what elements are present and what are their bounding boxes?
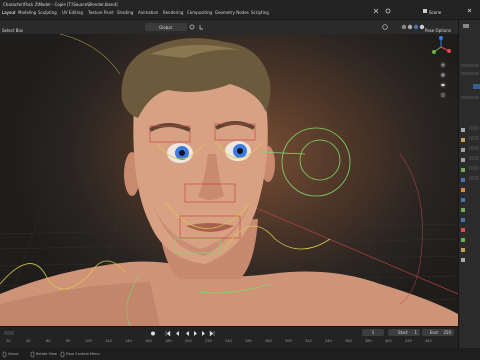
play-icon[interactable] [194, 331, 197, 336]
ruler-tick: 20 [6, 339, 11, 343]
viewport-header: Select Box Global Pose Options [0, 20, 458, 34]
tab-geometry-nodes[interactable]: Geometry Nodes [215, 10, 249, 15]
ruler-tick: 400 [385, 339, 392, 343]
ruler-tick: 360 [345, 339, 352, 343]
jump-to-start-icon[interactable] [165, 330, 171, 337]
ruler-tick: 60 [46, 339, 51, 343]
scene-selector[interactable]: Scene [360, 0, 480, 20]
tab-rendering[interactable]: Rendering [163, 10, 183, 15]
pan-icon [440, 72, 446, 78]
close-icon[interactable] [467, 8, 472, 13]
properties-tabs[interactable] [461, 128, 465, 262]
ruler-tick: 220 [205, 339, 212, 343]
tab-modeling[interactable]: Modeling [18, 10, 36, 15]
record-icon[interactable] [151, 331, 155, 336]
middle-mouse-icon [30, 351, 35, 358]
pivot-icon[interactable] [189, 24, 195, 30]
status-rotate-view: Rotate View [36, 352, 57, 356]
end-label: End [430, 330, 438, 335]
tab-scripting[interactable]: Scripting [251, 10, 269, 15]
ruler-tick: 200 [185, 339, 192, 343]
ruler-tick: 380 [365, 339, 372, 343]
viewport-scene [0, 34, 458, 326]
properties-sidebar [458, 20, 480, 360]
scene-icon [423, 9, 427, 13]
ruler-tick: 180 [165, 339, 172, 343]
scene-label: Scene [429, 10, 442, 15]
tab-shading[interactable]: Shading [117, 10, 133, 15]
ruler-tick: 320 [305, 339, 312, 343]
snap-toggle-icon[interactable] [199, 25, 203, 30]
ruler-tick: 40 [26, 339, 31, 343]
3d-viewport[interactable] [0, 34, 458, 326]
start-label: Start [398, 330, 408, 335]
ruler-tick: 140 [125, 339, 132, 343]
properties-tab-icons [461, 24, 480, 262]
end-frame-field[interactable]: End 250 [422, 329, 454, 336]
tab-animation[interactable]: Animation [138, 10, 158, 15]
ruler-tick: 260 [245, 339, 252, 343]
current-frame-field[interactable]: 1 [362, 329, 384, 336]
ruler-tick: 100 [85, 339, 92, 343]
tab-compositing[interactable]: Compositing [187, 10, 212, 15]
viewport-nav-buttons[interactable] [437, 60, 449, 104]
start-value: 1 [414, 330, 417, 335]
header-icons [189, 24, 425, 30]
status-bar: Select Rotate View Pose Context Menu [0, 348, 480, 360]
ruler-tick: 440 [425, 339, 432, 343]
overlay-icon[interactable] [382, 24, 388, 30]
ruler-tick: 300 [285, 339, 292, 343]
start-frame-field[interactable]: Start 1 [388, 329, 420, 336]
right-mouse-icon [60, 351, 65, 358]
status-pose-context-menu: Pose Context Menu [66, 352, 100, 356]
camera-view-icon [440, 82, 446, 88]
ruler-tick: 160 [145, 339, 152, 343]
top-bar: Character\Pack 2\Model - Copie [T:\Sourc… [0, 0, 480, 20]
grid-icon [440, 92, 446, 98]
zoom-icon [440, 62, 446, 68]
snap-icon[interactable] [373, 8, 379, 14]
pose-options-menu[interactable]: Pose Options [425, 28, 451, 33]
status-select: Select [8, 352, 19, 356]
ruler-tick: 240 [225, 339, 232, 343]
jump-to-end-icon[interactable] [209, 330, 215, 337]
outliner-filter-icon[interactable] [463, 24, 469, 28]
timeline-ruler[interactable]: 20 40 60 80 100 120 140 160 180 200 220 … [0, 338, 458, 346]
outliner-rows[interactable] [461, 64, 480, 99]
end-value: 250 [443, 330, 451, 335]
prev-keyframe-icon[interactable] [176, 331, 179, 336]
proportional-edit-icon[interactable] [385, 8, 391, 14]
playback-menu-icon[interactable] [4, 331, 14, 335]
tab-layout[interactable]: Layout [2, 10, 16, 15]
ruler-tick: 280 [265, 339, 272, 343]
ruler-tick: 80 [66, 339, 71, 343]
play-reverse-icon[interactable] [186, 331, 189, 336]
next-keyframe-icon[interactable] [202, 331, 205, 336]
left-mouse-icon [2, 351, 7, 358]
tab-uv-editing[interactable]: UV Editing [62, 10, 83, 15]
workspace-tabs: Layout Modeling Sculpting UV Editing Tex… [0, 0, 300, 20]
tab-texture-paint[interactable]: Texture Paint [88, 10, 114, 15]
ruler-tick: 340 [325, 339, 332, 343]
property-fields[interactable] [469, 126, 479, 180]
ruler-tick: 420 [405, 339, 412, 343]
viewport-shading-icons[interactable] [401, 24, 425, 30]
ruler-tick: 120 [105, 339, 112, 343]
tab-sculpting[interactable]: Sculpting [38, 10, 57, 15]
navigation-gizmo[interactable] [430, 36, 452, 58]
